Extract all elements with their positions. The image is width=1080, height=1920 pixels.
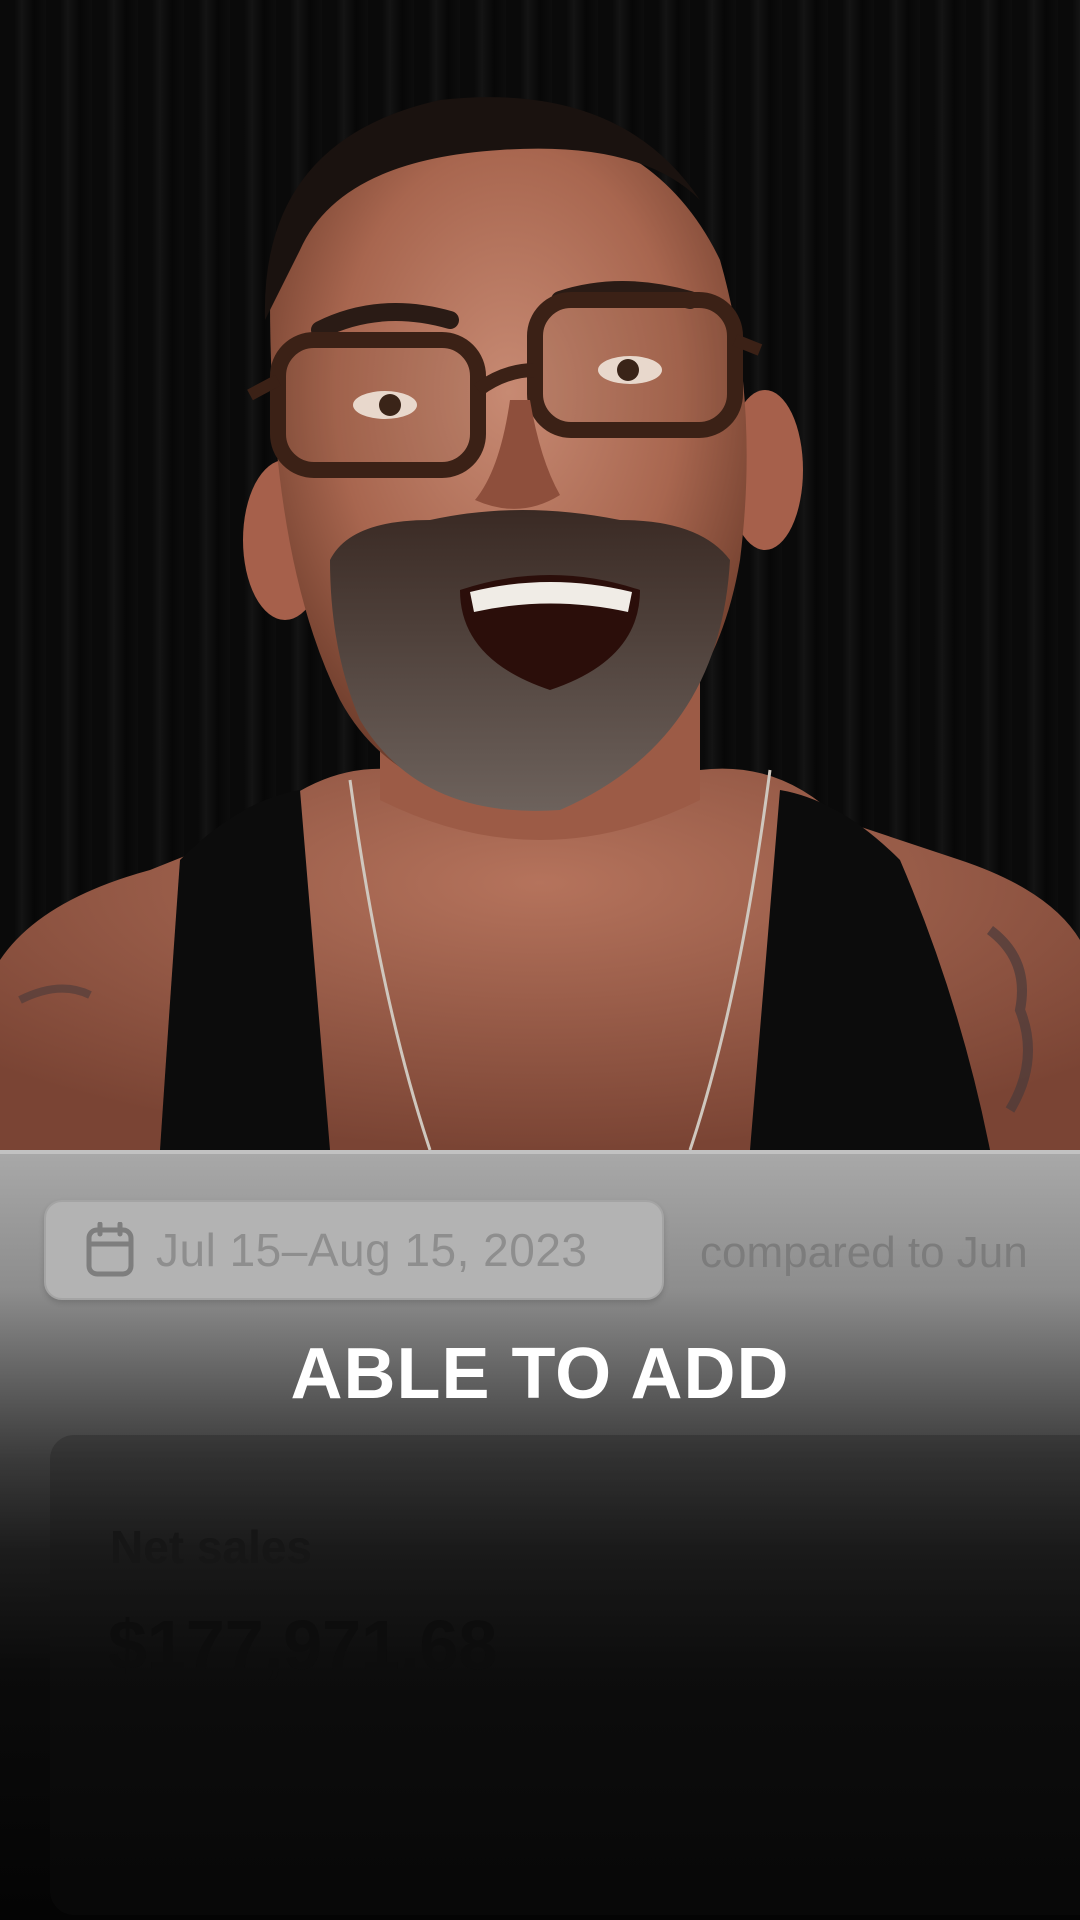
presenter-illustration: [0, 97, 1080, 1150]
date-range-label: Jul 15–Aug 15, 2023: [156, 1224, 588, 1276]
comparison-period-text[interactable]: compared to Jun: [700, 1228, 1028, 1278]
panel-divider: [0, 1150, 1080, 1154]
date-range-button[interactable]: Jul 15–Aug 15, 2023: [44, 1200, 664, 1300]
presenter-video: [0, 0, 1080, 1150]
calendar-icon: [86, 1221, 134, 1278]
video-caption: ABLE TO ADD: [290, 1334, 790, 1414]
metric-value: $177,971.68: [108, 1606, 498, 1684]
analytics-panel: Jul 15–Aug 15, 2023 compared to Jun ABLE…: [0, 1150, 1080, 1920]
metric-label: Net sales: [110, 1521, 313, 1573]
